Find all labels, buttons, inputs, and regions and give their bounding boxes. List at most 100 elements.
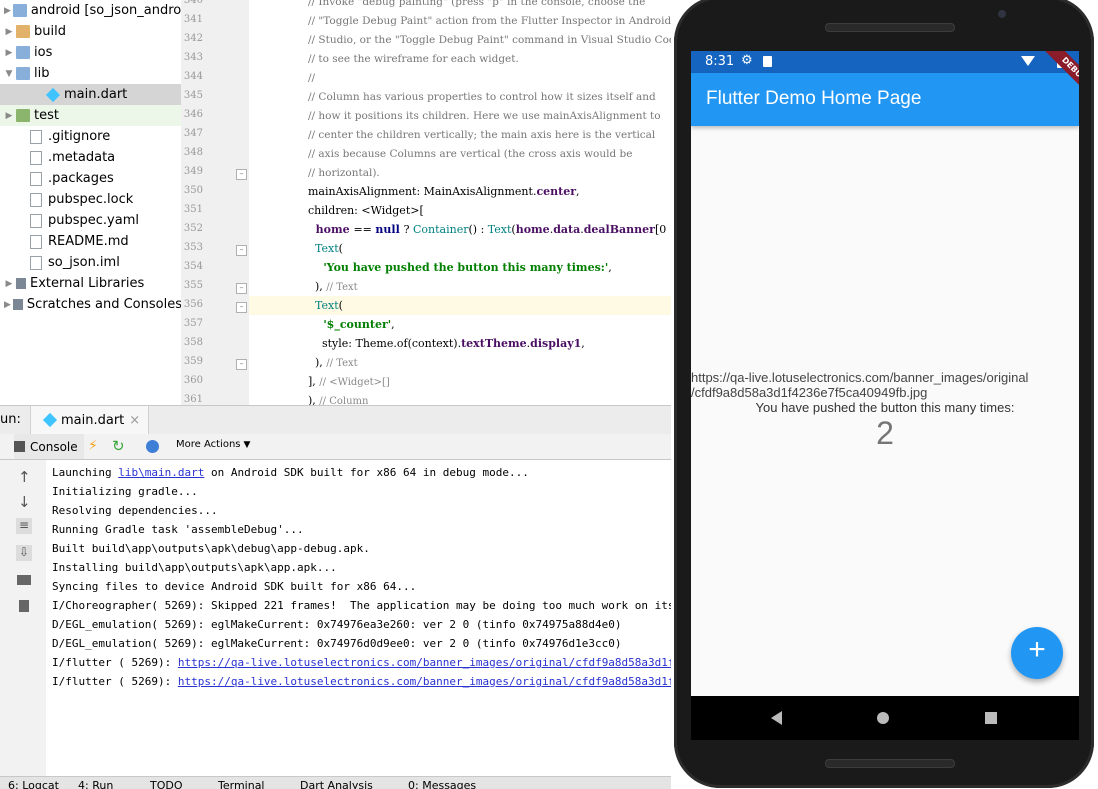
fold-marker-icon[interactable]: – [236, 302, 247, 313]
expand-arrow-icon[interactable]: ▼ [4, 69, 14, 79]
line-number: 350 [183, 185, 203, 196]
tree-item[interactable]: main.dart [0, 84, 181, 105]
line-number: 361 [183, 394, 203, 405]
dart-file-icon [45, 87, 61, 102]
code-token: data [553, 223, 581, 236]
expand-arrow-icon[interactable]: ▶ [4, 27, 14, 37]
tree-item-label: so_json.iml [48, 255, 120, 270]
tree-item[interactable]: .metadata [0, 147, 181, 168]
expand-arrow-icon[interactable]: ▶ [4, 111, 14, 121]
banner-url-line-2: /cfdf9a8d58a3d1f4236e7f5ca40949fb.jpg [691, 385, 928, 400]
code-token: textTheme [461, 337, 527, 350]
code-token: ), [308, 356, 327, 369]
hot-reload-icon[interactable]: ⚡ [88, 438, 98, 454]
markdown-file-icon [30, 234, 42, 249]
arrow-down-icon[interactable]: ↓ [18, 493, 31, 511]
code-line: style: Theme.of(context).textTheme.displ… [308, 337, 585, 350]
fold-marker-icon[interactable]: – [236, 169, 247, 180]
run-tab-label: main.dart [61, 412, 125, 428]
code-token: of [396, 337, 408, 350]
increment-fab[interactable]: + [1011, 627, 1063, 679]
console-link[interactable]: https://qa-live.lotuselectronics.com/ban… [178, 675, 671, 688]
line-number: 352 [183, 223, 203, 234]
console-line: D/EGL_emulation( 5269): eglMakeCurrent: … [52, 618, 622, 631]
fold-marker-icon[interactable]: – [236, 359, 247, 370]
arrow-up-icon[interactable]: ↑ [18, 468, 31, 486]
tree-item[interactable]: pubspec.lock [0, 189, 181, 210]
code-token: // Studio, or the "Toggle Debug Paint" c… [308, 34, 671, 46]
console-tab[interactable]: Console [14, 434, 84, 459]
folder-icon [12, 4, 27, 17]
status-time: 8:31 [705, 54, 735, 69]
overview-icon[interactable] [985, 712, 997, 724]
expand-arrow-icon[interactable]: ▶ [4, 48, 14, 58]
console-line: Syncing files to device Android SDK buil… [52, 580, 416, 593]
home-icon[interactable] [877, 712, 889, 724]
tree-item[interactable]: ▶ Scratches and Consoles [0, 294, 181, 315]
code-token: // Text [326, 282, 358, 293]
trash-icon[interactable] [19, 600, 29, 612]
console-line: Built build\app\outputs\apk\debug\app-de… [52, 542, 370, 555]
tree-item[interactable]: ▶ ios [0, 42, 181, 63]
expand-arrow-icon[interactable]: ▶ [4, 279, 14, 289]
code-line: children: <Widget>[ [308, 204, 424, 217]
tree-item-label: pubspec.lock [48, 192, 134, 207]
flutter-inspector-icon[interactable] [146, 440, 159, 453]
code-token: // <Widget>[] [319, 377, 390, 388]
emulator-window: 8:31 ⚙ Flutter Demo Home Page DEBUG http… [672, 0, 1098, 788]
hot-restart-icon[interactable]: ↻ [112, 437, 125, 455]
tree-item[interactable]: .packages [0, 168, 181, 189]
tree-item[interactable]: so_json.iml [0, 252, 181, 273]
line-number: 360 [183, 375, 203, 386]
fold-marker-icon[interactable]: – [236, 245, 247, 256]
code-token: children: <Widget>[ [308, 204, 424, 217]
close-tab-icon[interactable]: × [129, 413, 140, 428]
line-number: 353 [183, 242, 203, 253]
print-icon[interactable] [17, 575, 31, 585]
code-token: ), [308, 394, 320, 405]
console-line: Launching lib\main.dart on Android SDK b… [52, 466, 529, 479]
code-token: // Column has various properties to cont… [308, 91, 656, 103]
line-number: 355 [183, 280, 203, 291]
more-actions-button[interactable]: More Actions ▼ [176, 439, 250, 450]
code-token: // horizontal). [308, 167, 380, 179]
plus-icon: + [1028, 633, 1046, 666]
tree-item[interactable]: README.md [0, 231, 181, 252]
code-editor[interactable]: // Invoke "debug painting" (press "p" in… [249, 0, 671, 405]
tree-item-label: ios [34, 45, 53, 60]
expand-arrow-icon[interactable]: ▶ [4, 6, 11, 16]
console-text: Initializing gradle... [52, 485, 198, 498]
expand-arrow-icon[interactable]: ▶ [4, 300, 11, 310]
console-icon [14, 441, 25, 452]
line-number: 341 [183, 14, 203, 25]
run-tab-main-dart[interactable]: main.dart × [30, 406, 150, 434]
fold-marker-icon[interactable]: – [236, 283, 247, 294]
scroll-to-end-icon[interactable]: ⇩ [16, 545, 32, 561]
console-link[interactable]: lib\main.dart [118, 466, 204, 479]
tree-item[interactable]: ▶ test [0, 105, 181, 126]
tree-item[interactable]: pubspec.yaml [0, 210, 181, 231]
code-token: // center the children vertically; the m… [308, 129, 656, 141]
tree-item-label: lib [34, 66, 50, 81]
line-number: 351 [183, 204, 203, 215]
back-icon[interactable] [771, 711, 782, 725]
tree-item[interactable]: ▶ android [so_json_android] [0, 0, 181, 21]
soft-wrap-icon[interactable]: ≡ [16, 518, 32, 534]
code-line: Text( [308, 242, 343, 255]
top-speaker-grille [825, 23, 955, 32]
code-token: display1 [530, 337, 582, 350]
code-token: // [308, 72, 316, 84]
tree-item[interactable]: ▼ lib [0, 63, 181, 84]
code-token: center [536, 185, 577, 198]
banner-url-line-1: https://qa-live.lotuselectronics.com/ban… [691, 370, 1029, 385]
tree-item[interactable]: ▶ External Libraries [0, 273, 181, 294]
bottom-tool-tabs: 6: Logcat 4: Run TODO Terminal Dart Analysis… [0, 776, 671, 789]
console-link[interactable]: https://qa-live.lotuselectronics.com/ban… [178, 656, 671, 669]
tree-item-label: README.md [48, 234, 129, 249]
console-output[interactable]: Launching lib\main.dart on Android SDK b… [46, 460, 671, 776]
phone-screen: 8:31 ⚙ Flutter Demo Home Page DEBUG http… [691, 51, 1079, 696]
counter-value: 2 [876, 415, 894, 451]
tree-item-label: .packages [48, 171, 114, 186]
tree-item[interactable]: .gitignore [0, 126, 181, 147]
tree-item[interactable]: ▶ build [0, 21, 181, 42]
